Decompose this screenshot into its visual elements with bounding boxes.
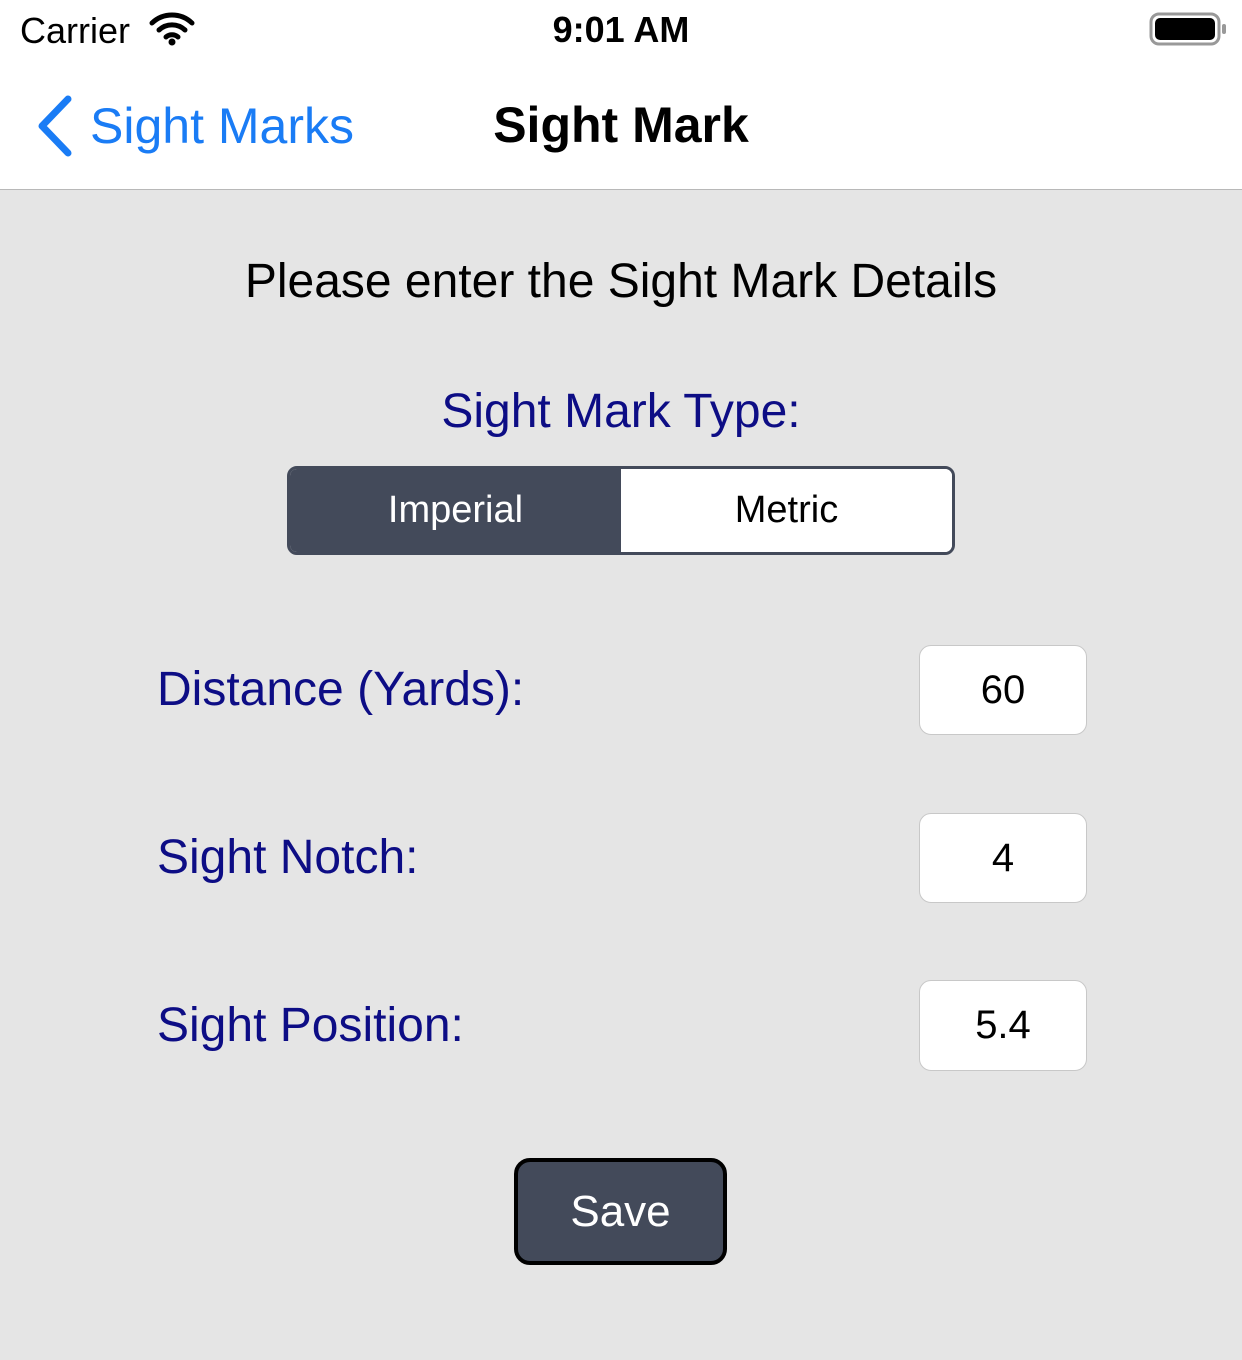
page-title: Sight Mark	[493, 97, 749, 153]
segment-metric[interactable]: Metric	[621, 469, 952, 552]
distance-input[interactable]	[919, 645, 1087, 735]
status-bar: Carrier 9:01 AM	[0, 0, 1242, 60]
segment-imperial[interactable]: Imperial	[290, 469, 621, 552]
sight-notch-label: Sight Notch:	[157, 831, 419, 884]
sight-mark-type-segmented-control: Imperial Metric	[287, 466, 955, 555]
instructions-text: Please enter the Sight Mark Details	[244, 255, 998, 308]
save-button[interactable]: Save	[514, 1158, 727, 1265]
sight-mark-type-label: Sight Mark Type:	[441, 385, 801, 438]
clock: 9:01 AM	[552, 9, 690, 50]
navigation-bar: Sight Marks Sight Mark	[0, 60, 1242, 190]
sight-position-input[interactable]	[919, 980, 1087, 1071]
sight-position-label: Sight Position:	[157, 999, 464, 1052]
distance-label: Distance (Yards):	[157, 663, 525, 716]
sight-notch-input[interactable]	[919, 813, 1087, 903]
battery-full-icon	[1149, 12, 1226, 46]
